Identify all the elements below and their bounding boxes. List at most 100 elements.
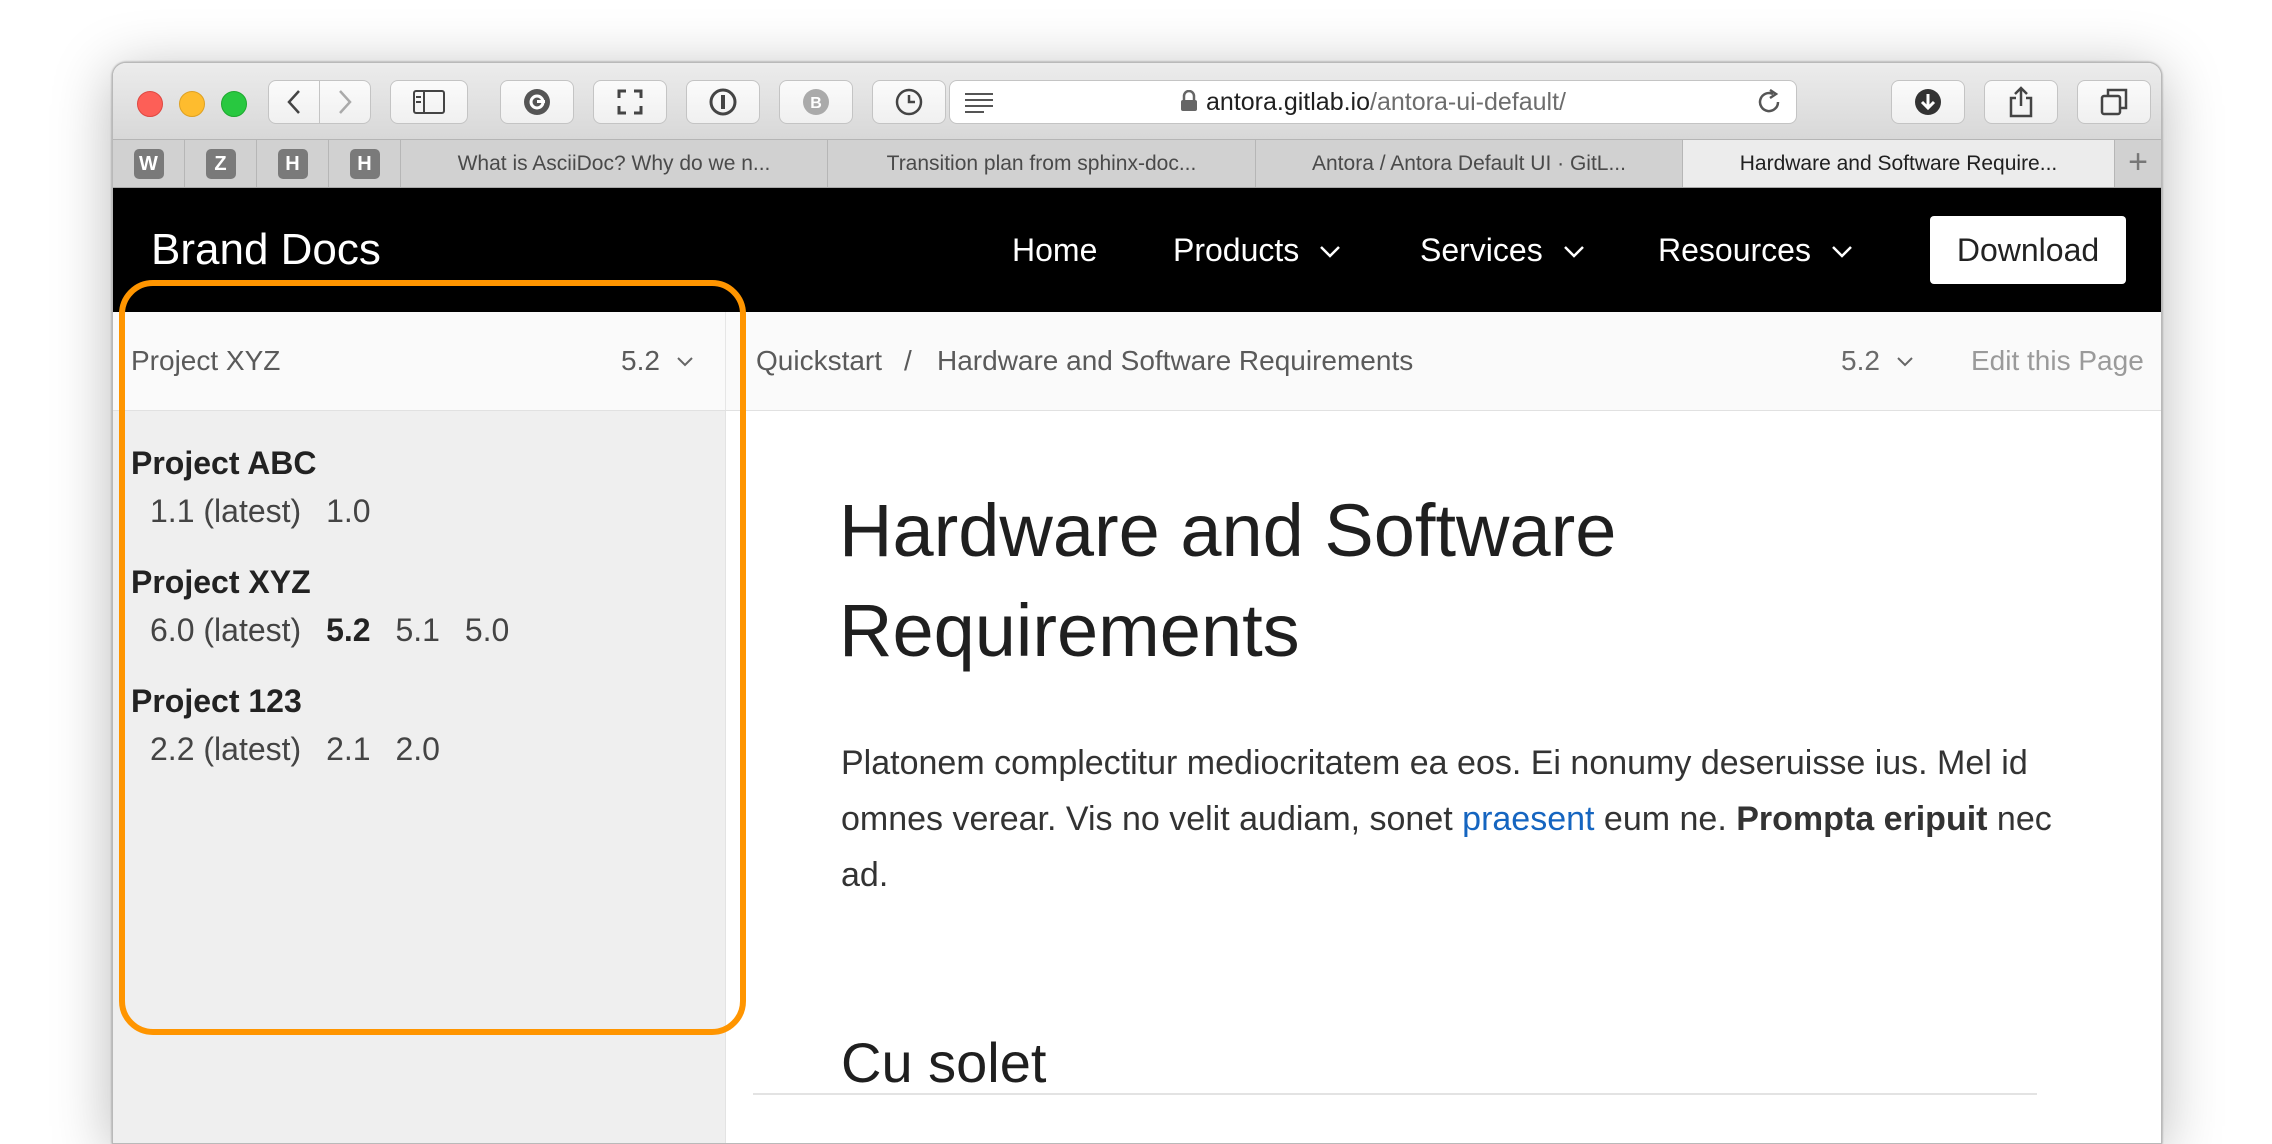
forward-button[interactable] [319, 80, 371, 124]
section-heading: Cu solet [841, 1031, 1047, 1094]
downloads-button[interactable] [1891, 80, 1965, 124]
pinned-tab[interactable]: Z [185, 140, 257, 187]
project-name: Project XYZ [131, 564, 311, 600]
fullscreen-extension-button[interactable] [593, 80, 667, 124]
project-name: Project 123 [131, 683, 302, 719]
paragraph-text: eum ne. [1594, 800, 1737, 838]
bitly-extension-button[interactable]: B [779, 80, 853, 124]
password-manager-button[interactable] [686, 80, 760, 124]
site-navbar: Brand Docs Home Products Services Resour… [113, 188, 2161, 312]
project-entry: Project XYZ 6.0 (latest) 5.2 5.1 5.0 [131, 562, 525, 650]
pinned-tab-icon: H [277, 148, 308, 179]
version-link[interactable]: 2.0 [395, 731, 439, 767]
expand-icon [617, 89, 643, 115]
download-button[interactable]: Download [1930, 216, 2126, 284]
lock-icon [1181, 90, 1198, 111]
chevron-left-icon [287, 90, 300, 114]
version-link[interactable]: 1.0 [326, 493, 370, 529]
pinned-tab-icon: Z [205, 148, 236, 179]
project-versions: 6.0 (latest) 5.2 5.1 5.0 [150, 610, 525, 650]
url-host: antora.gitlab.io [1206, 88, 1371, 116]
brand-logo-link[interactable]: Brand Docs [151, 188, 381, 312]
version-link[interactable]: 6.0 (latest) [150, 612, 301, 648]
docs-toolbar: Project XYZ 5.2 Quickstart / Hardware an… [113, 312, 2161, 411]
page-title-line: Requirements [839, 589, 1300, 672]
page-title: Hardware and Software Requirements [839, 481, 1739, 681]
tab-bar: W Z H H What is AsciiDoc? Why do we n...… [113, 140, 2161, 188]
nav-services-label: Services [1420, 232, 1543, 268]
svg-text:B: B [810, 95, 822, 112]
breadcrumb-separator: / [904, 345, 912, 376]
url-path: /antora-ui-default/ [1370, 88, 1566, 116]
nav-resources-label: Resources [1658, 232, 1811, 268]
tab-overview-button[interactable] [2077, 80, 2151, 124]
project-entry: Project 123 2.2 (latest) 2.1 2.0 [131, 681, 456, 769]
version-link-current[interactable]: 5.2 [326, 612, 370, 648]
version-link[interactable]: 5.1 [395, 612, 439, 648]
project-versions: 2.2 (latest) 2.1 2.0 [150, 729, 456, 769]
address-bar[interactable]: antora.gitlab.io/antora-ui-default/ [949, 80, 1797, 124]
paragraph-bold-text: Prompta eripuit [1736, 800, 1988, 838]
project-entry: Project ABC 1.1 (latest) 1.0 [131, 443, 387, 531]
chevron-right-icon [339, 90, 352, 114]
b-badge-icon: B [803, 89, 829, 115]
current-project: Project XYZ [131, 345, 281, 376]
component-version-list: Project ABC 1.1 (latest) 1.0 Project XYZ… [113, 411, 726, 1143]
pinned-tab[interactable]: W [113, 140, 185, 187]
history-button[interactable] [872, 80, 946, 124]
nav-resources[interactable]: Resources [1658, 188, 1853, 312]
nav-products[interactable]: Products [1173, 188, 1341, 312]
breadcrumb-quickstart[interactable]: Quickstart [756, 312, 882, 410]
browser-toolbar: B antora.gitlab.io/antora-ui-default/ [113, 63, 2161, 140]
nav-services[interactable]: Services [1420, 188, 1585, 312]
project-name: Project ABC [131, 445, 317, 481]
new-tab-button[interactable]: + [2115, 140, 2161, 187]
browser-tab[interactable]: Antora / Antora Default UI · GitL... [1256, 140, 1683, 187]
chevron-down-icon [1832, 246, 1852, 258]
share-button[interactable] [1984, 80, 2058, 124]
page-version-label: 5.2 [1841, 345, 1880, 376]
chevron-down-icon [1897, 357, 1913, 367]
current-project-version[interactable]: 5.2 [621, 312, 694, 410]
sidebar-icon [413, 90, 445, 114]
onepassword-icon [709, 88, 737, 116]
browser-tab[interactable]: Transition plan from sphinx-doc... [828, 140, 1256, 187]
component-selector[interactable]: Project XYZ 5.2 [113, 312, 726, 410]
edit-page-link[interactable]: Edit this Page [1971, 312, 2144, 410]
grammarly-icon [524, 89, 550, 115]
praesent-link[interactable]: praesent [1462, 800, 1594, 838]
chevron-down-icon [1563, 246, 1584, 258]
breadcrumb-current-page: Hardware and Software Requirements [937, 345, 1414, 376]
close-window-button[interactable] [137, 91, 163, 117]
zoom-window-button[interactable] [221, 91, 247, 117]
url-text[interactable]: antora.gitlab.io/antora-ui-default/ [950, 81, 1796, 123]
version-link[interactable]: 2.1 [326, 731, 370, 767]
pinned-tab-icon: H [349, 148, 380, 179]
tabs-icon [2100, 88, 2128, 116]
page-version-selector[interactable]: 5.2 [1841, 312, 1914, 410]
minimize-window-button[interactable] [179, 91, 205, 117]
browser-window: B antora.gitlab.io/antora-ui-default/ W … [112, 62, 2162, 1144]
pinned-tab[interactable]: H [329, 140, 401, 187]
grammarly-extension-button[interactable] [500, 80, 574, 124]
version-link[interactable]: 5.0 [465, 612, 509, 648]
chevron-down-icon [1320, 246, 1341, 258]
sidebar-toggle-button[interactable] [390, 80, 468, 124]
project-versions: 1.1 (latest) 1.0 [150, 491, 387, 531]
browser-tab-active[interactable]: Hardware and Software Require... [1683, 140, 2115, 187]
nav-home[interactable]: Home [1012, 188, 1097, 312]
project-version-label: 5.2 [621, 345, 660, 376]
back-button[interactable] [268, 80, 320, 124]
browser-tab[interactable]: What is AsciiDoc? Why do we n... [401, 140, 828, 187]
page-title-line: Hardware and Software [839, 489, 1617, 572]
pinned-tab[interactable]: H [257, 140, 329, 187]
share-icon [2009, 86, 2033, 118]
pinned-tab-icon: W [133, 148, 164, 179]
nav-products-label: Products [1173, 232, 1300, 268]
nav-home-label: Home [1012, 232, 1098, 268]
download-icon [1915, 89, 1941, 115]
version-link[interactable]: 2.2 (latest) [150, 731, 301, 767]
section-divider [753, 1093, 2037, 1095]
version-link[interactable]: 1.1 (latest) [150, 493, 301, 529]
reload-icon[interactable] [1756, 89, 1782, 115]
